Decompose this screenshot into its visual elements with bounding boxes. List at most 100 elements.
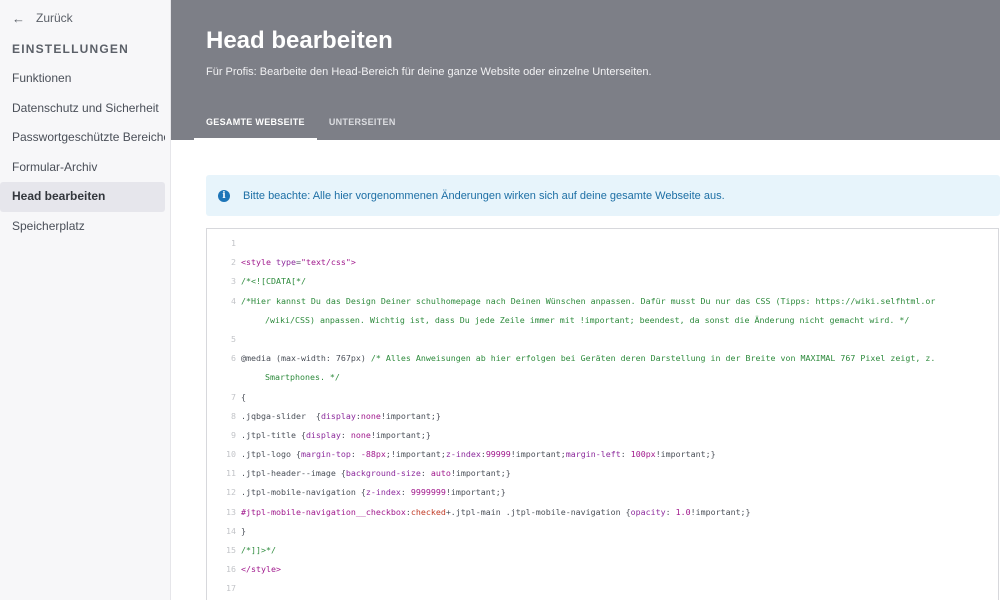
tab-bar: GESAMTE WEBSEITE UNTERSEITEN	[194, 106, 408, 140]
code-line: 14}	[207, 522, 998, 541]
sidebar-item-speicherplatz[interactable]: Speicherplatz	[0, 212, 165, 242]
code-token: 99999	[485, 449, 511, 460]
code-token: 100px	[630, 449, 656, 460]
page-subtitle: Für Profis: Bearbeite den Head-Bereich f…	[206, 66, 652, 78]
line-number: 3	[231, 276, 236, 287]
line-number: 6	[231, 353, 236, 364]
code-token: -88px	[360, 449, 386, 460]
line-number: 16	[226, 564, 236, 575]
line-content: /*]]>*/	[241, 541, 276, 560]
code-line: 3 /*<![CDATA[*/	[207, 272, 998, 291]
line-number	[207, 368, 241, 387]
sidebar-nav: Funktionen Datenschutz und Sicherheit Pass…	[0, 64, 171, 241]
sidebar-item-passwortgeschützte-bereiche[interactable]: Passwortgeschützte Bereiche	[0, 123, 165, 153]
code-token: :	[340, 429, 351, 440]
line-content: <style type="text/css">	[241, 253, 356, 272]
code-token: none	[350, 429, 371, 440]
code-line: 7{	[207, 388, 998, 407]
sidebar-section-title: EINSTELLUNGEN	[12, 42, 129, 56]
line-content: #jtpl-mobile-navigation__checkbox: checke…	[241, 503, 751, 522]
code-token: !important;	[510, 449, 566, 460]
code-token: !important;}	[655, 449, 716, 460]
code-token: </style>	[241, 564, 281, 575]
code-token: /*]]>*/	[241, 545, 276, 555]
code-token: >	[350, 257, 356, 268]
code-token: /* Alles Anweisungen ab hier erfolgen be…	[370, 353, 936, 364]
line-number: 8	[231, 410, 236, 421]
tab-unterseiten[interactable]: UNTERSEITEN	[317, 106, 408, 140]
line-content: }	[241, 522, 246, 541]
code-token: z-index	[445, 449, 481, 460]
code-line: 5	[207, 330, 998, 349]
code-token: margin-left	[565, 449, 621, 460]
main-content: i Bitte beachte: Alle hier vorgenommenen…	[171, 140, 1000, 600]
code-token: z-index	[365, 487, 401, 498]
code-token: !important;}	[690, 506, 751, 517]
line-content: .jqbga-slider {display:none!important;}	[241, 407, 441, 426]
code-line: 13 #jtpl-mobile-navigation__checkbox: chec…	[207, 503, 998, 522]
code-token: 9999999	[410, 487, 446, 498]
code-line: /wiki/CSS) anpassen. Wichtig ist, dass D…	[207, 311, 998, 330]
sidebar-item-head-bearbeiten[interactable]: Head bearbeiten	[0, 182, 165, 212]
sidebar-item-formular-archiv[interactable]: Formular-Archiv	[0, 153, 165, 183]
code-token: :	[665, 506, 676, 517]
line-content: {	[241, 388, 246, 407]
code-token: /wiki/CSS) anpassen. Wichtig ist, dass D…	[265, 314, 910, 325]
line-number: 17	[226, 583, 236, 594]
code-token: opacity	[630, 506, 666, 517]
code-token: +.jtpl-main .jtpl-mobile-navigation {	[445, 506, 631, 517]
code-line: 8 .jqbga-slider {display:none!important;}	[207, 407, 998, 426]
page-header: Head bearbeiten Für Profis: Bearbeite de…	[171, 0, 1000, 140]
line-number: 9	[231, 429, 236, 440]
code-token: type	[275, 257, 296, 268]
line-content: </style>	[241, 560, 281, 579]
code-token: none	[360, 410, 381, 421]
code-token: /*Hier kannst Du das Design Deiner schul…	[241, 295, 936, 306]
code-token: !important;}	[445, 487, 506, 498]
line-content: Smartphones. */	[241, 368, 340, 387]
code-token: "text/css"	[300, 257, 351, 268]
line-content: /*<![CDATA[*/	[241, 272, 306, 291]
code-editor[interactable]: 1 2 <style type="text/css"> 3/*<![CDATA[*/4…	[206, 228, 999, 600]
code-token: !important;}	[370, 429, 431, 440]
line-number: 15	[226, 545, 236, 555]
code-token: :	[400, 487, 411, 498]
code-token: display	[305, 429, 341, 440]
tab-gesamte-webseite[interactable]: GESAMTE WEBSEITE	[194, 106, 317, 140]
line-number: 2	[231, 257, 236, 268]
code-token: .jtpl-mobile-navigation {	[241, 487, 366, 498]
line-number: 7	[231, 391, 236, 402]
line-number: 1	[231, 238, 236, 248]
code-token: :	[350, 449, 361, 460]
code-token: background-size	[345, 468, 421, 479]
code-token: {	[241, 391, 246, 402]
code-line: 6 @media (max-width: 767px) /* Alles Anwe…	[207, 349, 998, 368]
sidebar-item-datenschutz-und-sicherheit[interactable]: Datenschutz und Sicherheit	[0, 94, 165, 124]
code-token: ;!important;	[385, 449, 446, 460]
sidebar-item-funktionen[interactable]: Funktionen	[0, 64, 165, 94]
code-token: :	[420, 468, 431, 479]
code-line: 4 /*Hier kannst Du das Design Deiner schu…	[207, 292, 998, 311]
code-token: auto	[430, 468, 451, 479]
line-number: 4	[231, 295, 236, 306]
page-title: Head bearbeiten	[206, 27, 393, 54]
line-content: .jtpl-title {display: none!important;}	[241, 426, 431, 445]
code-token: .jtpl-title {	[241, 429, 306, 440]
back-label: Zurück	[36, 11, 73, 25]
line-content: .jtpl-mobile-navigation {z-index: 999999…	[241, 483, 506, 502]
code-line: 17	[207, 579, 998, 598]
code-token: .jtpl-header--image {	[241, 468, 346, 479]
code-token: margin-top	[300, 449, 351, 460]
code-token: 1.0	[675, 506, 691, 517]
code-line: 15 /*]]>*/	[207, 541, 998, 560]
code-line: Smartphones. */	[207, 368, 998, 387]
line-number: 12	[226, 487, 236, 498]
line-number: 10	[226, 449, 236, 460]
line-content: .jtpl-logo {margin-top: -88px;!important…	[241, 445, 716, 464]
line-number: 5	[231, 333, 236, 344]
arrow-left-icon: ←	[12, 10, 25, 26]
code-line: 2 <style type="text/css">	[207, 253, 998, 272]
notice-text: Bitte beachte: Alle hier vorgenommenen Ä…	[243, 189, 725, 202]
code-line: 1	[207, 234, 998, 253]
back-link[interactable]: ← Zurück	[12, 10, 73, 26]
